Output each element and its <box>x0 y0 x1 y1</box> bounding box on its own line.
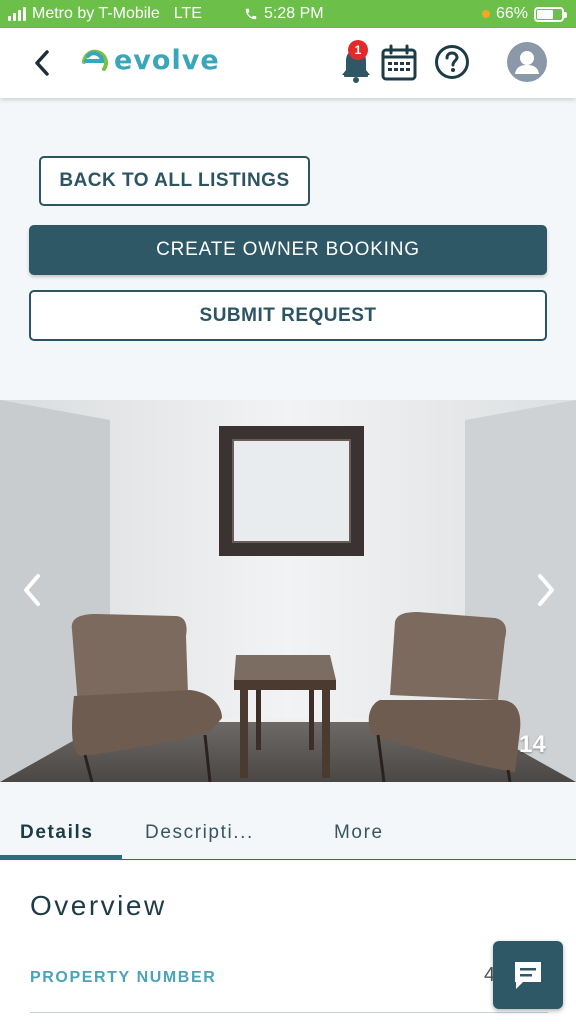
battery-percent: 66% <box>495 5 528 22</box>
evolve-logo[interactable]: evolve <box>80 45 220 76</box>
photo-index: 14 <box>519 731 546 758</box>
app-header: evolve 1 <box>0 28 576 98</box>
divider <box>30 1012 548 1013</box>
details-panel <box>0 861 576 1024</box>
back-to-all-listings-label: BACK TO ALL LISTINGS <box>59 170 290 191</box>
user-avatar-icon[interactable] <box>507 42 547 82</box>
tab-description[interactable]: Descripti... <box>145 822 254 844</box>
chevron-left-icon[interactable] <box>28 46 58 80</box>
create-owner-booking-label: CREATE OWNER BOOKING <box>156 239 420 260</box>
status-right: 66% <box>481 5 567 23</box>
chat-button[interactable] <box>493 941 563 1009</box>
active-tab-indicator <box>0 855 122 859</box>
status-left: Metro by T-Mobile LTE <box>8 5 202 23</box>
tab-details[interactable]: Details <box>20 822 94 844</box>
tab-bar: Details Descripti... More <box>0 782 576 860</box>
submit-request-label: SUBMIT REQUEST <box>199 304 377 326</box>
mic-indicator-icon <box>481 10 490 18</box>
calendar-icon[interactable] <box>380 44 418 82</box>
create-owner-booking-button[interactable]: CREATE OWNER BOOKING <box>29 225 547 275</box>
signal-icon <box>8 7 26 21</box>
room-photo-image <box>0 400 576 782</box>
chevron-left-icon[interactable] <box>18 570 46 610</box>
battery-icon <box>534 6 567 22</box>
status-center: 5:28 PM <box>244 5 324 23</box>
carrier-name: Metro by T-Mobile <box>32 5 160 22</box>
phone-icon <box>245 8 257 20</box>
logo-mark-icon <box>82 49 108 71</box>
back-to-all-listings-button[interactable]: BACK TO ALL LISTINGS <box>39 156 310 206</box>
chevron-right-icon[interactable] <box>532 570 560 610</box>
clock: 5:28 PM <box>264 5 324 22</box>
help-icon[interactable] <box>434 44 470 80</box>
property-photo[interactable] <box>0 400 576 782</box>
property-number-label: PROPERTY NUMBER <box>30 969 217 986</box>
submit-request-button[interactable]: SUBMIT REQUEST <box>29 290 547 341</box>
network-type: LTE <box>173 5 202 22</box>
notification-badge: 1 <box>348 40 368 60</box>
overview-heading: Overview <box>30 890 167 921</box>
logo-text: evolve <box>114 45 220 76</box>
status-bar: Metro by T-Mobile LTE 5:28 PM 66% <box>0 0 576 28</box>
chat-icon <box>515 962 541 989</box>
tab-more[interactable]: More <box>334 822 384 844</box>
